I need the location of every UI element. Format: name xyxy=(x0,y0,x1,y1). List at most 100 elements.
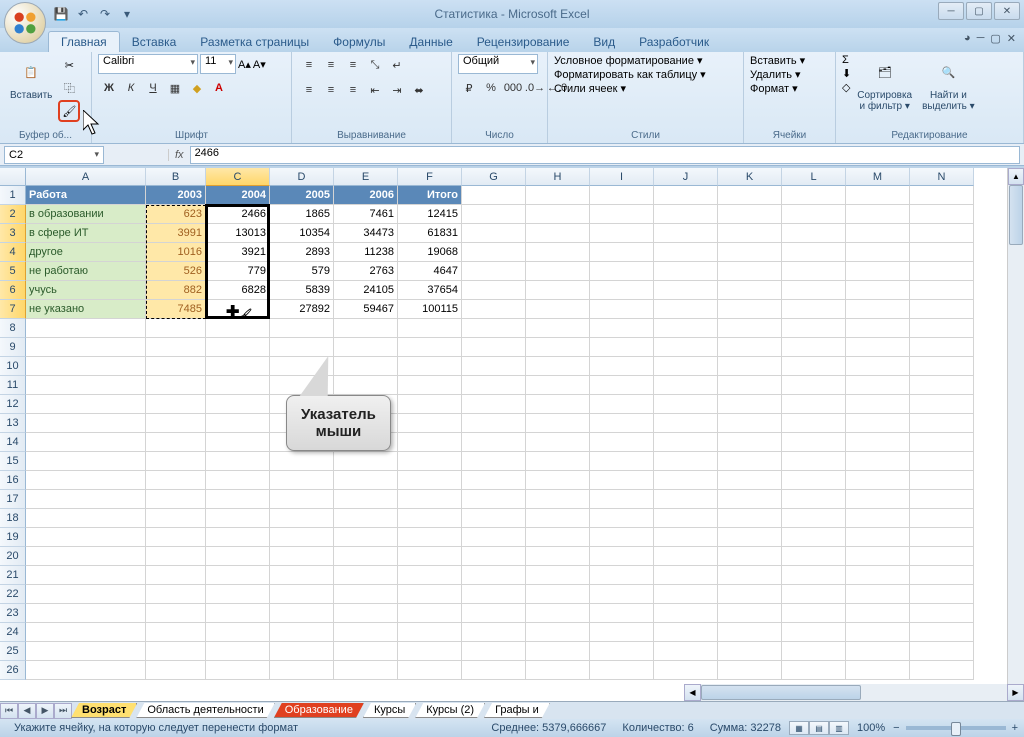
cell[interactable] xyxy=(26,661,146,680)
cell[interactable] xyxy=(590,528,654,547)
cell[interactable] xyxy=(846,224,910,243)
currency-button[interactable]: ₽ xyxy=(458,77,480,99)
cell[interactable] xyxy=(26,452,146,471)
cell[interactable] xyxy=(718,547,782,566)
cell[interactable] xyxy=(590,262,654,281)
cell[interactable] xyxy=(654,642,718,661)
cell[interactable] xyxy=(462,395,526,414)
cell[interactable] xyxy=(146,509,206,528)
find-select-button[interactable]: 🔍 Найти и выделить ▾ xyxy=(918,54,979,114)
cell[interactable] xyxy=(654,319,718,338)
cell[interactable] xyxy=(26,338,146,357)
column-header[interactable]: E xyxy=(334,168,398,186)
cell[interactable] xyxy=(590,547,654,566)
scroll-right-button[interactable]: ▶ xyxy=(1007,684,1024,701)
cell[interactable] xyxy=(718,490,782,509)
column-header[interactable]: N xyxy=(910,168,974,186)
cell[interactable]: 882 xyxy=(146,281,206,300)
cell[interactable] xyxy=(846,262,910,281)
cell[interactable] xyxy=(590,205,654,224)
cell[interactable] xyxy=(910,528,974,547)
cell[interactable] xyxy=(526,395,590,414)
cell[interactable] xyxy=(782,376,846,395)
cell[interactable] xyxy=(526,300,590,319)
cell[interactable]: 11238 xyxy=(334,243,398,262)
cell[interactable] xyxy=(654,357,718,376)
cell[interactable] xyxy=(526,186,590,205)
format-cells-button[interactable]: Формат ▾ xyxy=(750,82,798,95)
cell[interactable] xyxy=(718,262,782,281)
row-header[interactable]: 25 xyxy=(0,642,26,661)
cell[interactable] xyxy=(206,357,270,376)
cell[interactable] xyxy=(782,471,846,490)
help-icon[interactable]: ◕ xyxy=(964,32,971,45)
doc-restore-icon[interactable]: ▢ xyxy=(990,32,1000,45)
shrink-font-button[interactable]: A▾ xyxy=(253,58,266,71)
cell[interactable] xyxy=(462,490,526,509)
cell[interactable] xyxy=(398,376,462,395)
cell[interactable] xyxy=(590,186,654,205)
tab-formulas[interactable]: Формулы xyxy=(321,32,397,52)
cell[interactable] xyxy=(910,604,974,623)
cell[interactable] xyxy=(206,414,270,433)
cell[interactable] xyxy=(590,338,654,357)
cell[interactable] xyxy=(654,414,718,433)
row-header[interactable]: 22 xyxy=(0,585,26,604)
cell[interactable] xyxy=(846,604,910,623)
cell[interactable] xyxy=(846,243,910,262)
cell[interactable] xyxy=(718,414,782,433)
cell[interactable] xyxy=(462,205,526,224)
column-header[interactable]: I xyxy=(590,168,654,186)
cell[interactable]: 2006 xyxy=(334,186,398,205)
cell[interactable] xyxy=(526,452,590,471)
cell[interactable] xyxy=(782,281,846,300)
cell[interactable] xyxy=(270,338,334,357)
cell[interactable] xyxy=(206,509,270,528)
cell[interactable] xyxy=(146,376,206,395)
cell[interactable] xyxy=(910,205,974,224)
cell[interactable] xyxy=(718,528,782,547)
cell[interactable] xyxy=(26,433,146,452)
row-header[interactable]: 13 xyxy=(0,414,26,433)
cell[interactable] xyxy=(26,395,146,414)
fill-button[interactable]: ⬇ xyxy=(842,67,851,80)
cell[interactable] xyxy=(910,224,974,243)
cell[interactable] xyxy=(398,528,462,547)
font-name-combo[interactable]: Calibri xyxy=(98,54,198,74)
cell[interactable] xyxy=(910,490,974,509)
cell[interactable] xyxy=(910,585,974,604)
cell[interactable] xyxy=(462,528,526,547)
cell[interactable] xyxy=(270,452,334,471)
row-header[interactable]: 3 xyxy=(0,224,26,243)
cell[interactable] xyxy=(590,281,654,300)
cell[interactable]: 7485 xyxy=(146,300,206,319)
cell[interactable] xyxy=(718,509,782,528)
cell[interactable] xyxy=(270,661,334,680)
cell[interactable]: учусь xyxy=(26,281,146,300)
percent-button[interactable]: % xyxy=(480,77,502,99)
cell[interactable]: 27892 xyxy=(270,300,334,319)
row-header[interactable]: 26 xyxy=(0,661,26,680)
cell[interactable]: 59467 xyxy=(334,300,398,319)
cell[interactable] xyxy=(782,205,846,224)
cell[interactable] xyxy=(846,452,910,471)
cell[interactable] xyxy=(782,452,846,471)
column-header[interactable]: G xyxy=(462,168,526,186)
cell[interactable] xyxy=(270,471,334,490)
row-header[interactable]: 4 xyxy=(0,243,26,262)
cell[interactable] xyxy=(718,376,782,395)
cell[interactable] xyxy=(590,357,654,376)
cell[interactable] xyxy=(398,642,462,661)
row-header[interactable]: 17 xyxy=(0,490,26,509)
cell[interactable] xyxy=(654,205,718,224)
cell[interactable] xyxy=(910,186,974,205)
cell[interactable] xyxy=(26,547,146,566)
underline-button[interactable]: Ч xyxy=(142,77,164,99)
align-center-button[interactable]: ≡ xyxy=(320,79,342,101)
cell[interactable] xyxy=(398,433,462,452)
cell[interactable] xyxy=(146,395,206,414)
column-header[interactable]: B xyxy=(146,168,206,186)
row-header[interactable]: 16 xyxy=(0,471,26,490)
bold-button[interactable]: Ж xyxy=(98,77,120,99)
maximize-button[interactable]: ▢ xyxy=(966,2,992,20)
